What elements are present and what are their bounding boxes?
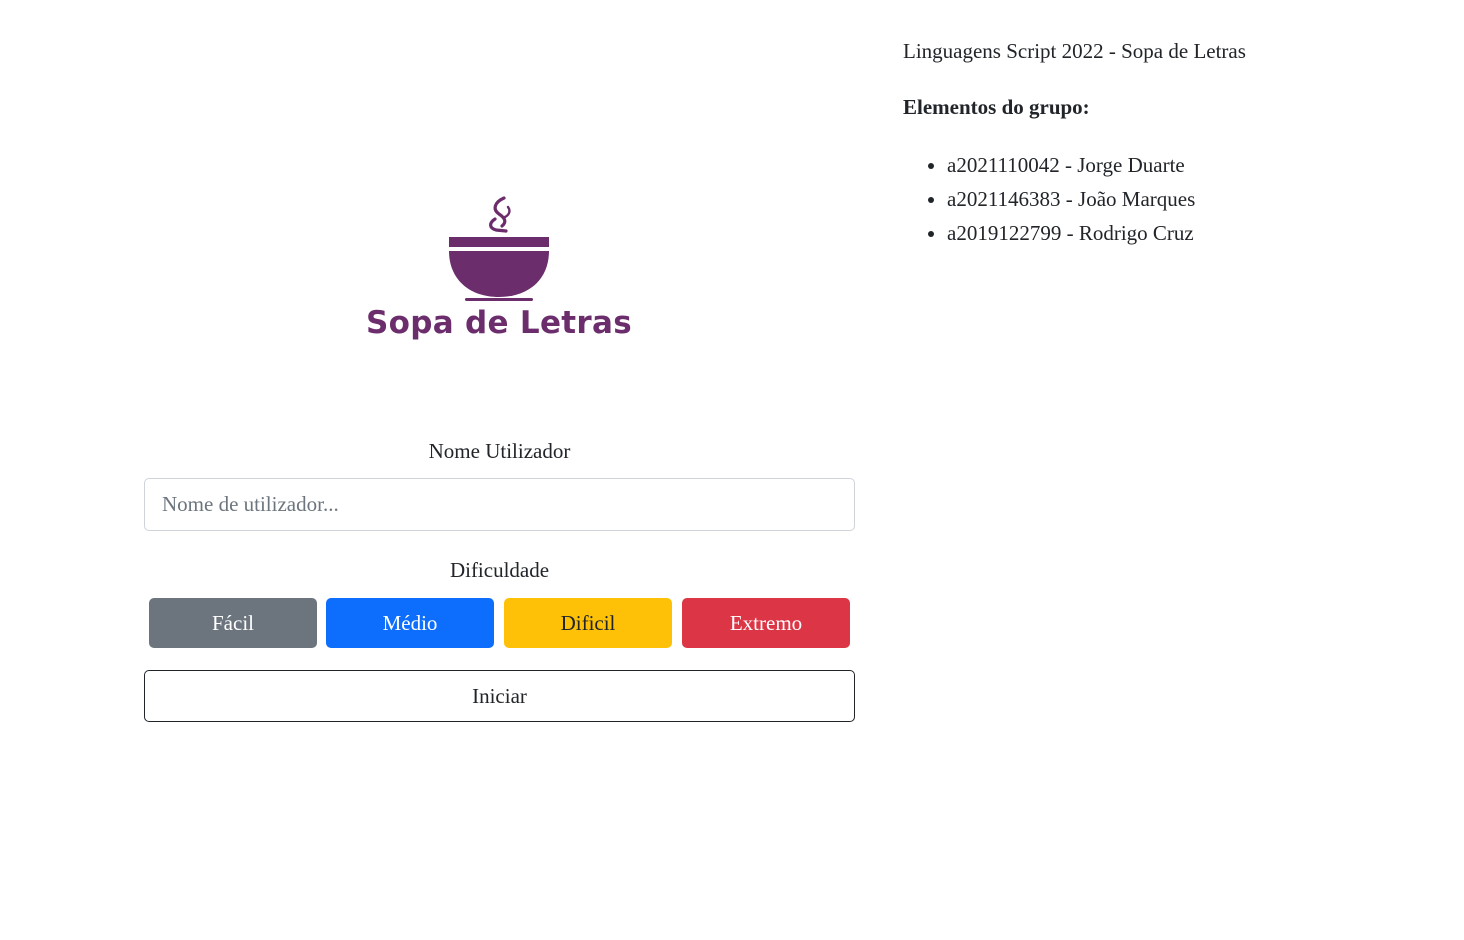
- difficulty-medium-button[interactable]: Médio: [326, 598, 494, 648]
- logo: Sopa de Letras: [366, 193, 632, 353]
- difficulty-extreme-button[interactable]: Extremo: [682, 598, 850, 648]
- list-item: a2021110042 - Jorge Duarte: [947, 148, 1443, 182]
- group-members-list: a2021110042 - Jorge Duarte a2021146383 -…: [903, 148, 1443, 250]
- logo-text: Sopa de Letras: [366, 305, 632, 341]
- list-item: a2021146383 - João Marques: [947, 182, 1443, 216]
- start-button[interactable]: Iniciar: [144, 670, 855, 722]
- page: Sopa de Letras Nome Utilizador Dificulda…: [0, 0, 1464, 940]
- course-title: Linguagens Script 2022 - Sopa de Letras: [903, 39, 1246, 63]
- difficulty-label: Dificuldade: [449, 558, 550, 582]
- info-panel: Linguagens Script 2022 - Sopa de Letras …: [903, 36, 1443, 250]
- username-input[interactable]: [144, 478, 855, 531]
- difficulty-easy-button[interactable]: Fácil: [149, 598, 317, 648]
- group-heading: Elementos do grupo:: [903, 95, 1090, 119]
- difficulty-button-group: Fácil Médio Dificil Extremo: [149, 598, 850, 648]
- soup-bowl-icon: [449, 196, 549, 301]
- username-label: Nome Utilizador: [428, 439, 571, 463]
- list-item: a2019122799 - Rodrigo Cruz: [947, 216, 1443, 250]
- difficulty-hard-button[interactable]: Dificil: [504, 598, 672, 648]
